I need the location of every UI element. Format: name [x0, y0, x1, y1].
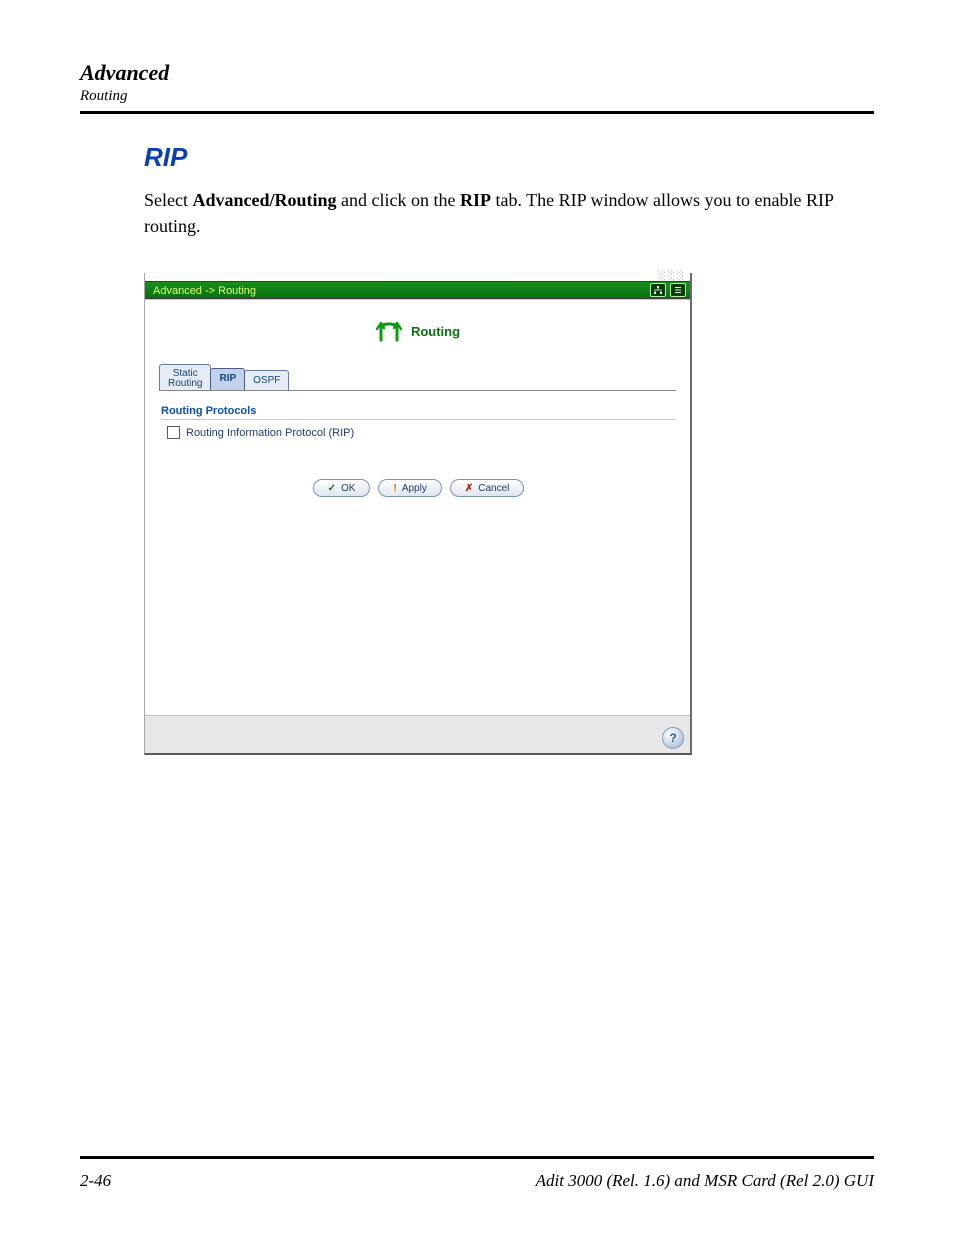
page-number: 2-46: [80, 1171, 111, 1191]
intro-bold-1: Advanced/Routing: [192, 190, 336, 210]
ok-button[interactable]: ✓ OK: [313, 479, 371, 497]
page-header: Advanced Routing: [80, 60, 874, 105]
panel-body: Routing Static Routing RIP OSPF Routing …: [145, 299, 690, 715]
tab-static-routing[interactable]: Static Routing: [159, 364, 211, 390]
footer-doc-title: Adit 3000 (Rel. 1.6) and MSR Card (Rel 2…: [536, 1171, 874, 1191]
status-bar: ?: [145, 715, 690, 753]
apply-button-label: Apply: [402, 483, 427, 494]
header-title: Advanced: [80, 60, 874, 86]
cancel-button-label: Cancel: [478, 483, 509, 494]
intro-bold-2: RIP: [460, 190, 491, 210]
x-icon: ✗: [465, 483, 473, 494]
breadcrumb-text: Advanced -> Routing: [153, 285, 256, 297]
breadcrumb-bar: Advanced -> Routing: [145, 281, 690, 299]
button-row: ✓ OK ! Apply ✗ Cancel: [161, 479, 676, 497]
tab-ospf[interactable]: OSPF: [244, 370, 289, 390]
footer-row: 2-46 Adit 3000 (Rel. 1.6) and MSR Card (…: [80, 1171, 874, 1191]
exclamation-icon: !: [393, 483, 396, 494]
window-drag-handle[interactable]: ░░░: [145, 273, 690, 281]
panel-title: Routing: [411, 324, 460, 339]
help-icon[interactable]: ?: [662, 727, 684, 749]
check-icon: ✓: [328, 483, 336, 494]
apply-button[interactable]: ! Apply: [378, 479, 441, 497]
panel-spacer: [145, 507, 690, 707]
tab-static-routing-line2: Routing: [168, 379, 202, 389]
intro-text-2: and click on the: [337, 190, 460, 210]
intro-paragraph: Select Advanced/Routing and click on the…: [144, 187, 874, 239]
subheading-rule: [161, 419, 676, 420]
rip-checkbox[interactable]: [167, 426, 180, 439]
list-icon[interactable]: [670, 283, 686, 297]
rip-checkbox-row: Routing Information Protocol (RIP): [161, 426, 676, 439]
sitemap-icon[interactable]: [650, 283, 666, 297]
header-subtitle: Routing: [80, 88, 874, 105]
breadcrumb-icons: [650, 283, 686, 297]
tab-row: Static Routing RIP OSPF: [145, 364, 690, 390]
footer-rule: [80, 1156, 874, 1159]
content-column: RIP Select Advanced/Routing and click on…: [144, 142, 874, 755]
subheading-routing-protocols: Routing Protocols: [161, 405, 676, 417]
tab-content: Routing Protocols Routing Information Pr…: [145, 391, 690, 507]
section-heading: RIP: [144, 142, 874, 173]
intro-text-1: Select: [144, 190, 192, 210]
ok-button-label: OK: [341, 483, 355, 494]
panel-title-row: Routing: [145, 300, 690, 364]
routing-icon: [375, 320, 403, 342]
page: Advanced Routing RIP Select Advanced/Rou…: [0, 0, 954, 1235]
header-rule: [80, 111, 874, 114]
cancel-button[interactable]: ✗ Cancel: [450, 479, 525, 497]
app-window: ░░░ Advanced -> Routing: [144, 273, 692, 755]
rip-checkbox-label: Routing Information Protocol (RIP): [186, 427, 354, 439]
tab-rip[interactable]: RIP: [210, 368, 245, 390]
